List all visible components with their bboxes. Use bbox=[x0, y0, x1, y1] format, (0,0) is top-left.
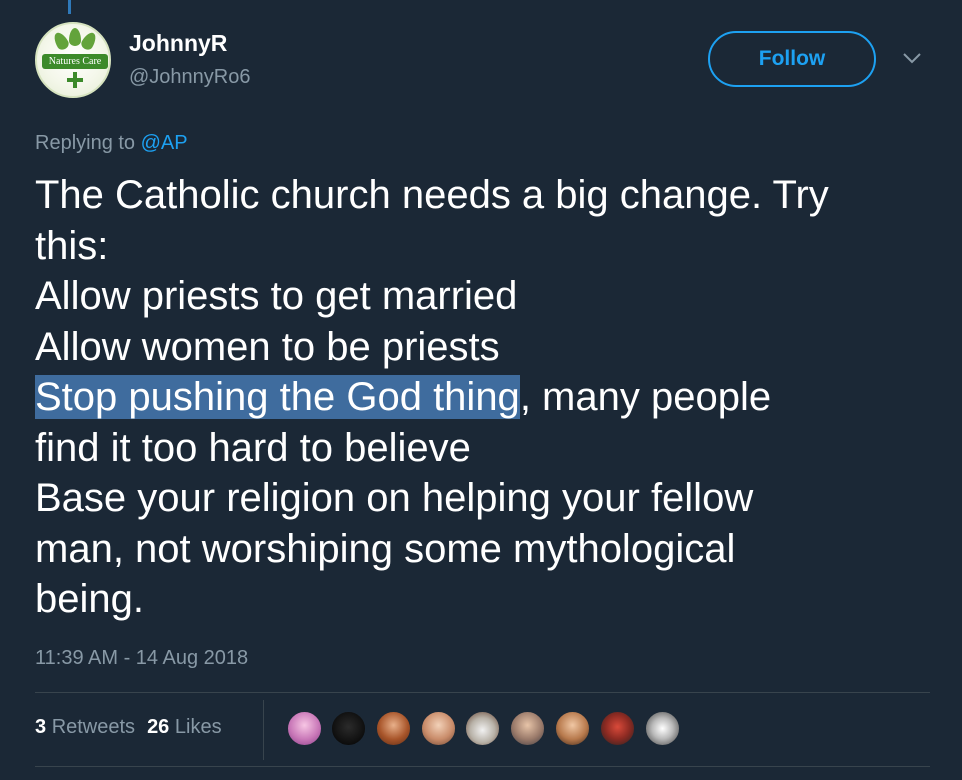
tweet-text-line: this: bbox=[35, 223, 109, 268]
stats-separator bbox=[263, 700, 264, 760]
leaf-icon bbox=[51, 30, 71, 52]
tweet-text-line: Allow women to be priests bbox=[35, 324, 500, 369]
tweet-text-fragment: , many people bbox=[519, 375, 772, 419]
retweets-count: 3 bbox=[35, 716, 47, 738]
liker-avatar[interactable] bbox=[464, 710, 501, 747]
divider bbox=[35, 692, 930, 693]
avatar[interactable]: Natures Care bbox=[35, 22, 111, 98]
leaf-icon bbox=[69, 28, 81, 46]
tweet-header: Natures Care JohnnyR @JohnnyRo6 Follow bbox=[35, 22, 930, 102]
liker-avatar[interactable] bbox=[330, 710, 367, 747]
tweet-text-line: The Catholic church needs a big change. … bbox=[35, 173, 829, 217]
liker-avatar[interactable] bbox=[599, 710, 636, 747]
likes-stat[interactable]: 26 Likes bbox=[147, 716, 222, 738]
cross-icon bbox=[67, 72, 83, 88]
tweet-text-line: Allow priests to get married bbox=[35, 274, 518, 318]
tweet-timestamp[interactable]: 11:39 AM - 14 Aug 2018 bbox=[35, 647, 248, 670]
liker-avatar[interactable] bbox=[554, 710, 591, 747]
leaf-icon bbox=[79, 30, 99, 52]
selected-text: Stop pushing the God thing bbox=[35, 375, 520, 419]
chevron-down-icon[interactable] bbox=[901, 50, 923, 66]
liker-avatar[interactable] bbox=[509, 710, 546, 747]
likes-label: Likes bbox=[174, 716, 222, 738]
likes-count: 26 bbox=[147, 716, 170, 738]
tweet-text-line: man, not worshiping some mythological bbox=[35, 526, 736, 571]
author-display-name[interactable]: JohnnyR bbox=[129, 30, 227, 57]
thread-connector-line bbox=[68, 0, 71, 14]
tweet-stats: 3 Retweets 26 Likes bbox=[35, 716, 222, 739]
tweet-text-line: Stop pushing the God thing, many people bbox=[35, 372, 930, 423]
follow-button[interactable]: Follow bbox=[708, 31, 876, 87]
retweets-label: Retweets bbox=[51, 716, 136, 738]
tweet-page: Natures Care JohnnyR @JohnnyRo6 Follow R… bbox=[0, 0, 962, 780]
author-handle[interactable]: @JohnnyRo6 bbox=[129, 66, 250, 89]
tweet-text: The Catholic church needs a big change. … bbox=[35, 170, 930, 625]
tweet-text-line: being. bbox=[35, 577, 144, 621]
replying-prefix: Replying to bbox=[35, 132, 141, 154]
divider bbox=[35, 766, 930, 767]
reply-mention-link[interactable]: @AP bbox=[141, 132, 188, 154]
avatar-logo-text: Natures Care bbox=[42, 54, 108, 69]
retweets-stat[interactable]: 3 Retweets bbox=[35, 716, 135, 738]
replying-to: Replying to @AP bbox=[35, 132, 188, 155]
tweet-text-line: find it too hard to believe bbox=[35, 425, 471, 470]
liker-avatar[interactable] bbox=[644, 710, 681, 747]
liker-avatar[interactable] bbox=[286, 710, 323, 747]
liker-avatar[interactable] bbox=[375, 710, 412, 747]
tweet-text-line: Base your religion on helping your fello… bbox=[35, 476, 754, 520]
liker-avatar[interactable] bbox=[420, 710, 457, 747]
